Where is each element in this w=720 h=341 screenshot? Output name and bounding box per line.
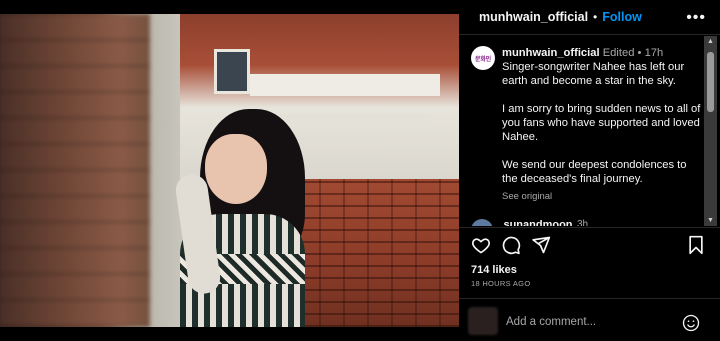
post-timestamp[interactable]: 18 HOURS AGO bbox=[471, 279, 530, 288]
caption-time[interactable]: 17h bbox=[645, 47, 664, 59]
avatar-logo: 문화인 bbox=[475, 56, 491, 63]
comment-time: 3h bbox=[576, 219, 589, 226]
comments-scrollbar[interactable]: ▲ ▼ bbox=[704, 36, 717, 226]
photo-person-face bbox=[205, 134, 267, 204]
avatar[interactable]: 문화인 bbox=[471, 46, 495, 70]
photo-window bbox=[214, 49, 250, 94]
post-side-panel: munhwain_official • Follow ••• 문화인 munhw… bbox=[459, 0, 720, 341]
caption-paragraph-2: I am sorry to bring sudden news to all o… bbox=[502, 103, 701, 143]
caption-edited: Edited bbox=[602, 47, 635, 59]
list-item: sunandmoon 3h bbox=[471, 219, 701, 226]
divider bbox=[459, 298, 720, 299]
photo-balcony bbox=[250, 74, 440, 96]
likes-count[interactable]: 714 likes bbox=[471, 264, 517, 276]
caption-paragraph-1: Singer-songwriter Nahee has left our ear… bbox=[502, 61, 685, 87]
follow-button[interactable]: Follow bbox=[602, 10, 642, 24]
caption-paragraph-3: We send our deepest condolences to the d… bbox=[502, 159, 687, 185]
see-original-link[interactable]: See original bbox=[502, 190, 702, 204]
bookmark-icon[interactable] bbox=[687, 235, 705, 255]
heart-icon[interactable] bbox=[471, 235, 491, 255]
caption: munhwain_official Edited • 17h Singer-so… bbox=[502, 46, 702, 204]
header-username[interactable]: munhwain_official bbox=[479, 10, 588, 24]
caption-separator: • bbox=[637, 47, 645, 59]
avatar[interactable] bbox=[468, 307, 498, 335]
post-header: munhwain_official • Follow ••• bbox=[459, 0, 720, 35]
more-options-icon[interactable]: ••• bbox=[686, 9, 706, 27]
add-comment-bar bbox=[459, 305, 720, 337]
comments-list[interactable]: 문화인 munhwain_official Edited • 17h Singe… bbox=[459, 36, 703, 226]
caption-username[interactable]: munhwain_official bbox=[502, 47, 600, 59]
comment-avatar[interactable] bbox=[471, 219, 493, 226]
comment-input[interactable] bbox=[506, 313, 666, 331]
photo-balcony-lower bbox=[280, 114, 430, 128]
post-photo[interactable] bbox=[0, 14, 459, 327]
photo-brick-wall-left bbox=[0, 14, 150, 327]
divider bbox=[459, 227, 720, 228]
smiley-icon[interactable] bbox=[682, 314, 700, 332]
scroll-down-icon[interactable]: ▼ bbox=[707, 217, 714, 224]
header-separator: • bbox=[593, 10, 598, 24]
share-icon[interactable] bbox=[531, 235, 551, 255]
comment-icon[interactable] bbox=[501, 235, 521, 255]
photo-brick-wall-right bbox=[295, 179, 459, 327]
scrollbar-thumb[interactable] bbox=[707, 52, 714, 112]
comment-username[interactable]: sunandmoon bbox=[503, 219, 572, 226]
scroll-up-icon[interactable]: ▲ bbox=[707, 38, 714, 45]
post-actions bbox=[471, 235, 711, 257]
